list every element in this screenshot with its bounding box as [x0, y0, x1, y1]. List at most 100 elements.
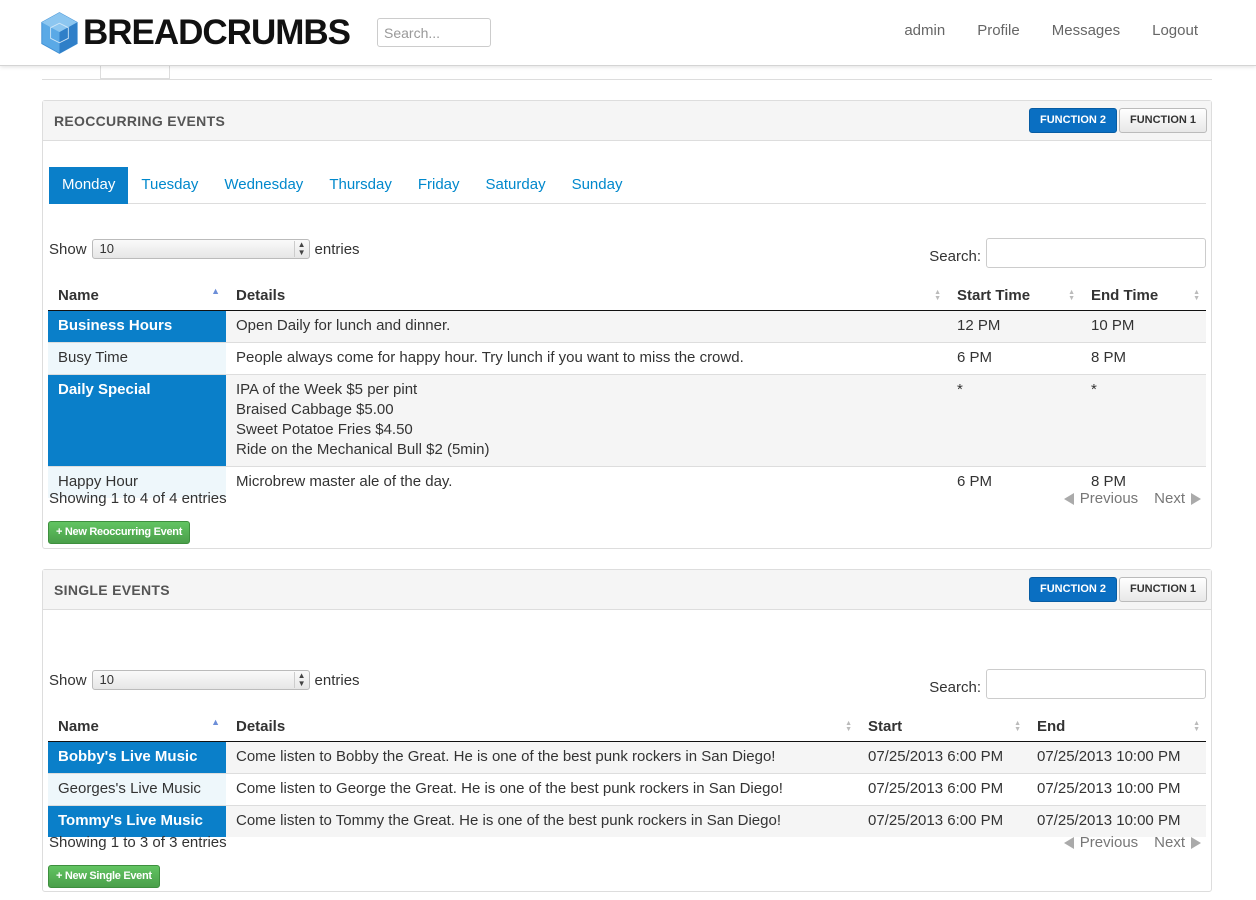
event-details: Come listen to George the Great. He is o… [226, 772, 858, 805]
event-start: * [947, 373, 1081, 466]
detail-line: Sweet Potatoe Fries $4.50 [236, 420, 413, 438]
event-start: 07/25/2013 6:00 PM [858, 804, 1027, 837]
cube-logo-icon [41, 12, 78, 54]
next-button[interactable]: Next [1154, 490, 1185, 507]
entries-label: entries [314, 671, 360, 689]
column-header-name[interactable]: Name ▲ [48, 282, 226, 311]
column-header-start[interactable]: Start ▲ ▼ [858, 713, 1027, 742]
single-events-table: Name ▲ Details ▲ ▼ Start ▲ ▼ End ▲ ▼ Bobby's Li… [48, 713, 1206, 837]
next-button[interactable]: Next [1154, 834, 1185, 851]
brand-logo[interactable]: BREADCRUMBS [40, 8, 351, 58]
pagination: Previous Next [1063, 490, 1201, 507]
global-search-input[interactable] [377, 18, 491, 47]
event-name: Georges's Live Music [48, 772, 226, 805]
sort-icon: ▲ ▼ [1068, 289, 1075, 302]
search-label: Search: [929, 678, 981, 696]
tab-saturday[interactable]: Saturday [473, 167, 559, 204]
table-row[interactable]: Business Hours Open Daily for lunch and … [48, 309, 1206, 342]
page-tab-active[interactable] [100, 64, 170, 79]
entries-select[interactable]: 10 ▲ ▼ [91, 670, 310, 690]
function-buttons: FUNCTION 2 FUNCTION 1 [1027, 577, 1207, 602]
column-header-end[interactable]: End ▲ ▼ [1027, 713, 1206, 742]
nav-link-logout[interactable]: Logout [1152, 22, 1198, 39]
detail-line: Braised Cabbage $5.00 [236, 400, 394, 418]
table-row[interactable]: Daily Special IPA of the Week $5 per pin… [48, 373, 1206, 466]
event-details: IPA of the Week $5 per pint Braised Cabb… [226, 373, 947, 466]
column-header-name[interactable]: Name ▲ [48, 713, 226, 742]
table-info: Showing 1 to 3 of 3 entries [49, 834, 227, 851]
event-details: Microbrew master ale of the day. [226, 465, 947, 498]
entries-select-value: 10 [99, 241, 114, 256]
table-info: Showing 1 to 4 of 4 entries [49, 490, 227, 507]
function-buttons: FUNCTION 2 FUNCTION 1 [1027, 108, 1207, 133]
event-end: 10 PM [1081, 309, 1206, 342]
search-label: Search: [929, 247, 981, 265]
panel-title: SINGLE EVENTS [54, 582, 170, 598]
event-end: 8 PM [1081, 341, 1206, 374]
sort-icon: ▲ ▼ [845, 720, 852, 733]
tab-sunday[interactable]: Sunday [559, 167, 636, 204]
event-name: Daily Special [48, 373, 226, 466]
panel-header: SINGLE EVENTS FUNCTION 2 FUNCTION 1 [43, 570, 1211, 610]
next-arrow-icon[interactable] [1191, 836, 1201, 849]
show-label: Show [49, 240, 87, 258]
show-entries: Show 10 ▲ ▼ entries [49, 670, 360, 690]
tab-tuesday[interactable]: Tuesday [128, 167, 211, 204]
sort-asc-icon: ▲ [211, 286, 220, 296]
function-2-button[interactable]: FUNCTION 2 [1029, 108, 1117, 133]
previous-arrow-icon[interactable] [1063, 492, 1074, 505]
new-reoccurring-event-button[interactable]: + New Reoccurring Event [48, 521, 191, 544]
tab-wednesday[interactable]: Wednesday [211, 167, 316, 204]
event-name: Busy Time [48, 341, 226, 374]
function-2-button[interactable]: FUNCTION 2 [1029, 577, 1117, 602]
previous-button[interactable]: Previous [1080, 490, 1138, 507]
sort-asc-icon: ▲ [211, 717, 220, 727]
select-arrows-icon: ▲ ▼ [293, 241, 306, 257]
event-start: 07/25/2013 6:00 PM [858, 772, 1027, 805]
user-nav: admin Profile Messages Logout [872, 22, 1198, 39]
event-details: People always come for happy hour. Try l… [226, 341, 947, 374]
page-tab-strip [42, 64, 1212, 80]
column-header-end-time[interactable]: End Time ▲ ▼ [1081, 282, 1206, 311]
table-search-input[interactable] [986, 238, 1206, 268]
table-search: Search: [929, 669, 1206, 699]
new-single-event-button[interactable]: + New Single Event [48, 865, 160, 888]
event-details: Open Daily for lunch and dinner. [226, 309, 947, 342]
table-row[interactable]: Bobby's Live Music Come listen to Bobby … [48, 740, 1206, 773]
column-header-details[interactable]: Details ▲ ▼ [226, 282, 947, 311]
function-1-button[interactable]: FUNCTION 1 [1119, 577, 1207, 602]
nav-link-profile[interactable]: Profile [977, 22, 1020, 39]
next-arrow-icon[interactable] [1191, 492, 1201, 505]
table-row[interactable]: Georges's Live Music Come listen to Geor… [48, 772, 1206, 805]
tab-friday[interactable]: Friday [405, 167, 473, 204]
column-header-start-time[interactable]: Start Time ▲ ▼ [947, 282, 1081, 311]
entries-select-value: 10 [99, 672, 114, 687]
event-start: 07/25/2013 6:00 PM [858, 740, 1027, 773]
function-1-button[interactable]: FUNCTION 1 [1119, 108, 1207, 133]
event-name: Bobby's Live Music [48, 740, 226, 773]
table-row[interactable]: Tommy's Live Music Come listen to Tommy … [48, 804, 1206, 837]
show-entries: Show 10 ▲ ▼ entries [49, 239, 360, 259]
event-details: Come listen to Tommy the Great. He is on… [226, 804, 858, 837]
event-end: 07/25/2013 10:00 PM [1027, 740, 1206, 773]
entries-label: entries [314, 240, 360, 258]
tab-monday[interactable]: Monday [49, 167, 129, 204]
event-end: 07/25/2013 10:00 PM [1027, 804, 1206, 837]
table-row[interactable]: Busy Time People always come for happy h… [48, 341, 1206, 374]
nav-link-messages[interactable]: Messages [1052, 22, 1120, 39]
previous-button[interactable]: Previous [1080, 834, 1138, 851]
column-header-details[interactable]: Details ▲ ▼ [226, 713, 858, 742]
reoccurring-events-table: Name ▲ Details ▲ ▼ Start Time ▲ ▼ End Time ▲ ▼ … [48, 282, 1206, 498]
sort-icon: ▲ ▼ [934, 289, 941, 302]
sort-icon: ▲ ▼ [1014, 720, 1021, 733]
previous-arrow-icon[interactable] [1063, 836, 1074, 849]
event-start: 12 PM [947, 309, 1081, 342]
entries-select[interactable]: 10 ▲ ▼ [91, 239, 310, 259]
pagination: Previous Next [1063, 834, 1201, 851]
tab-thursday[interactable]: Thursday [316, 167, 405, 204]
day-tabs: Monday Tuesday Wednesday Thursday Friday… [49, 167, 1206, 204]
nav-link-admin[interactable]: admin [904, 22, 945, 39]
table-search-input[interactable] [986, 669, 1206, 699]
event-details: Come listen to Bobby the Great. He is on… [226, 740, 858, 773]
select-arrows-icon: ▲ ▼ [293, 672, 306, 688]
